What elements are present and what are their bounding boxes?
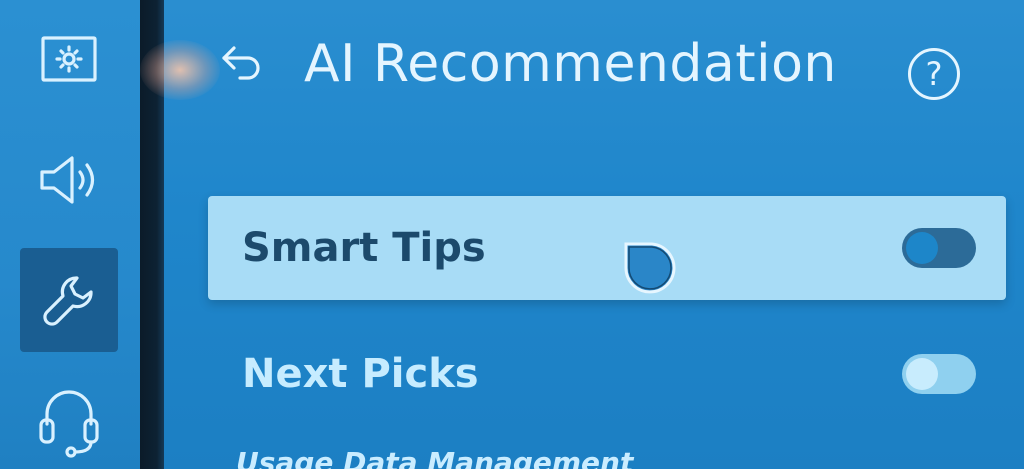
rail-item-support[interactable]: [20, 368, 118, 469]
rail-item-sound[interactable]: [20, 128, 118, 232]
wrench-icon: [43, 276, 93, 326]
rail-item-general[interactable]: [20, 248, 118, 352]
headset-icon: [39, 390, 99, 458]
page-title: AI Recommendation: [304, 34, 837, 94]
help-button[interactable]: ?: [908, 48, 960, 100]
setting-row-next-picks[interactable]: Next Picks: [208, 322, 1006, 426]
remote-pointer-cursor: [624, 242, 676, 294]
setting-row-smart-tips[interactable]: Smart Tips: [208, 196, 1006, 300]
next-picks-toggle[interactable]: [902, 354, 976, 394]
settings-category-rail: [0, 0, 140, 469]
picture-icon: [41, 36, 97, 82]
rail-item-picture[interactable]: [20, 8, 118, 112]
screen-glare: [140, 40, 220, 100]
back-button[interactable]: [218, 38, 268, 88]
section-caption: Usage Data Management: [236, 446, 634, 469]
setting-label: Next Picks: [242, 351, 479, 397]
help-icon: ?: [925, 55, 943, 93]
setting-label: Smart Tips: [242, 225, 486, 271]
smart-tips-toggle[interactable]: [902, 228, 976, 268]
sound-icon: [40, 156, 95, 204]
back-arrow-icon: [222, 46, 260, 80]
toggle-knob: [906, 232, 938, 264]
toggle-knob: [906, 358, 938, 390]
